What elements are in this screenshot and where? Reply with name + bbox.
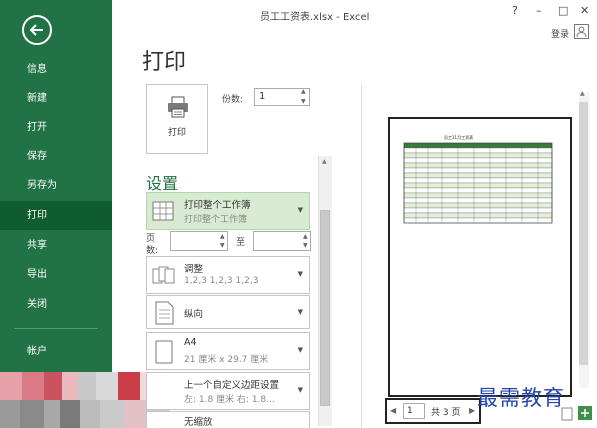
nav-divider xyxy=(14,328,98,329)
scaling-title: 无缩放 xyxy=(184,417,213,428)
next-page-icon[interactable]: ▶ xyxy=(469,406,475,415)
collate-title: 调整 xyxy=(184,264,204,275)
workbook-icon xyxy=(152,201,174,221)
window-title: 员工工资表.xlsx - Excel xyxy=(260,12,370,23)
print-what-title: 打印整个工作簿 xyxy=(184,200,251,211)
copies-label: 份数: xyxy=(222,95,244,105)
settings-heading: 设置 xyxy=(146,174,179,193)
to-up-icon[interactable]: ▲ xyxy=(303,233,308,240)
margins-sub: 左: 1.8 厘米 右: 1.8... xyxy=(184,395,275,405)
print-what-sub: 打印整个工作簿 xyxy=(184,215,248,225)
page-navigator: ◀ 1 共 3 页 ▶ xyxy=(385,398,481,424)
chevron-down-icon: ▼ xyxy=(297,270,303,278)
current-page-input[interactable]: 1 xyxy=(403,403,425,419)
nav-open[interactable]: 打开 xyxy=(0,113,112,142)
nav-share[interactable]: 共享 xyxy=(0,231,112,260)
page-title: 打印 xyxy=(142,50,187,75)
paper-size-dropdown[interactable]: A4 21 厘米 x 29.7 厘米 ▼ xyxy=(146,332,310,370)
scaling-dropdown[interactable]: 无缩放 xyxy=(146,411,310,428)
print-button-label: 打印 xyxy=(167,128,186,138)
maximize-button[interactable]: □ xyxy=(558,4,568,17)
collate-sub: 1,2,3 1,2,3 1,2,3 xyxy=(184,276,259,286)
to-label: 至 xyxy=(236,238,246,248)
zoom-to-page-icon[interactable] xyxy=(560,404,594,422)
print-what-dropdown[interactable]: 打印整个工作簿 打印整个工作簿 ▼ xyxy=(146,192,310,230)
from-down-icon[interactable]: ▼ xyxy=(220,242,225,249)
nav-save[interactable]: 保存 xyxy=(0,142,112,171)
backstage-sidebar: 信息 新建 打开 保存 另存为 打印 共享 导出 关闭 帐户 xyxy=(0,0,112,428)
collate-icon xyxy=(152,266,175,284)
print-button[interactable]: 打印 xyxy=(146,84,208,154)
help-button[interactable]: ? xyxy=(512,4,518,17)
user-icon[interactable] xyxy=(574,24,589,39)
minimize-button[interactable]: – xyxy=(536,4,542,17)
paper-icon xyxy=(155,340,173,364)
prev-page-icon[interactable]: ◀ xyxy=(390,406,396,415)
nav-account[interactable]: 帐户 xyxy=(0,337,112,366)
nav-info[interactable]: 信息 xyxy=(0,55,112,84)
back-arrow-icon[interactable] xyxy=(22,15,52,45)
scroll-up-icon[interactable]: ▲ xyxy=(322,158,327,165)
nav-new[interactable]: 新建 xyxy=(0,84,112,113)
preview-divider xyxy=(361,85,362,428)
orientation-dropdown[interactable]: 纵向 ▼ xyxy=(146,295,310,329)
pages-label-cont: 数: xyxy=(146,246,159,256)
collate-dropdown[interactable]: 调整 1,2,3 1,2,3 1,2,3 ▼ xyxy=(146,256,310,294)
nav-save-as[interactable]: 另存为 xyxy=(0,171,112,200)
mini-spreadsheet xyxy=(403,142,553,224)
blurred-region-lower xyxy=(0,400,170,428)
margins-title: 上一个自定义边距设置 xyxy=(184,380,280,391)
nav-close[interactable]: 关闭 xyxy=(0,290,112,319)
print-preview-page: 员工11月工资表 xyxy=(388,117,572,397)
watermark: 最需教育 xyxy=(477,386,565,410)
margins-dropdown[interactable]: 上一个自定义边距设置 左: 1.8 厘米 右: 1.8... ▼ xyxy=(146,372,310,410)
signin-link[interactable]: 登录 xyxy=(551,27,569,40)
printer-icon xyxy=(168,96,188,118)
nav-print[interactable]: 打印 xyxy=(0,201,112,230)
to-down-icon[interactable]: ▼ xyxy=(303,242,308,249)
page-total-label: 共 3 页 xyxy=(431,408,461,418)
preview-scroll-thumb[interactable] xyxy=(579,102,588,365)
paper-title: A4 xyxy=(184,337,197,348)
nav-export[interactable]: 导出 xyxy=(0,260,112,289)
chevron-down-icon: ▼ xyxy=(297,346,303,354)
chevron-down-icon: ▼ xyxy=(297,386,303,394)
paper-sub: 21 厘米 x 29.7 厘米 xyxy=(184,355,269,365)
settings-scroll-thumb[interactable] xyxy=(320,210,330,406)
chevron-down-icon: ▼ xyxy=(297,308,303,316)
preview-scroll-up-icon[interactable]: ▲ xyxy=(580,90,585,97)
chevron-down-icon: ▼ xyxy=(297,206,303,214)
close-button[interactable]: ✕ xyxy=(580,4,589,17)
copies-down-icon[interactable]: ▼ xyxy=(301,98,306,105)
from-up-icon[interactable]: ▲ xyxy=(220,233,225,240)
portrait-icon xyxy=(155,301,174,325)
copies-up-icon[interactable]: ▲ xyxy=(301,88,306,95)
orientation-title: 纵向 xyxy=(184,309,204,320)
